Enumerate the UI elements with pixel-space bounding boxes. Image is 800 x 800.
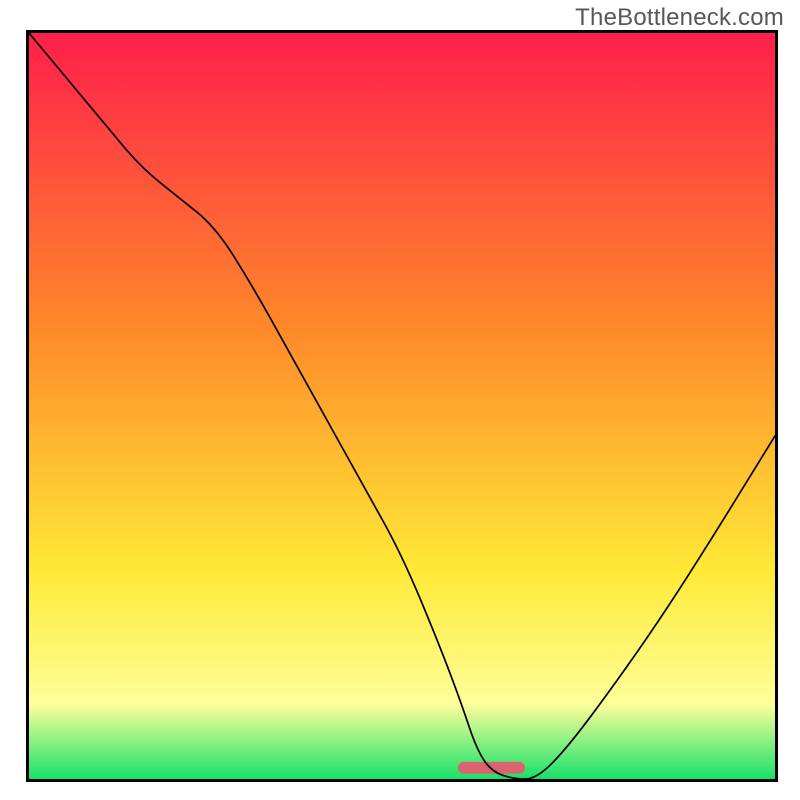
- plot-area: [26, 30, 778, 782]
- chart-container: TheBottleneck.com: [0, 0, 800, 800]
- plot-svg: [29, 33, 775, 779]
- gradient-background: [29, 33, 775, 779]
- watermark-text: TheBottleneck.com: [575, 4, 784, 32]
